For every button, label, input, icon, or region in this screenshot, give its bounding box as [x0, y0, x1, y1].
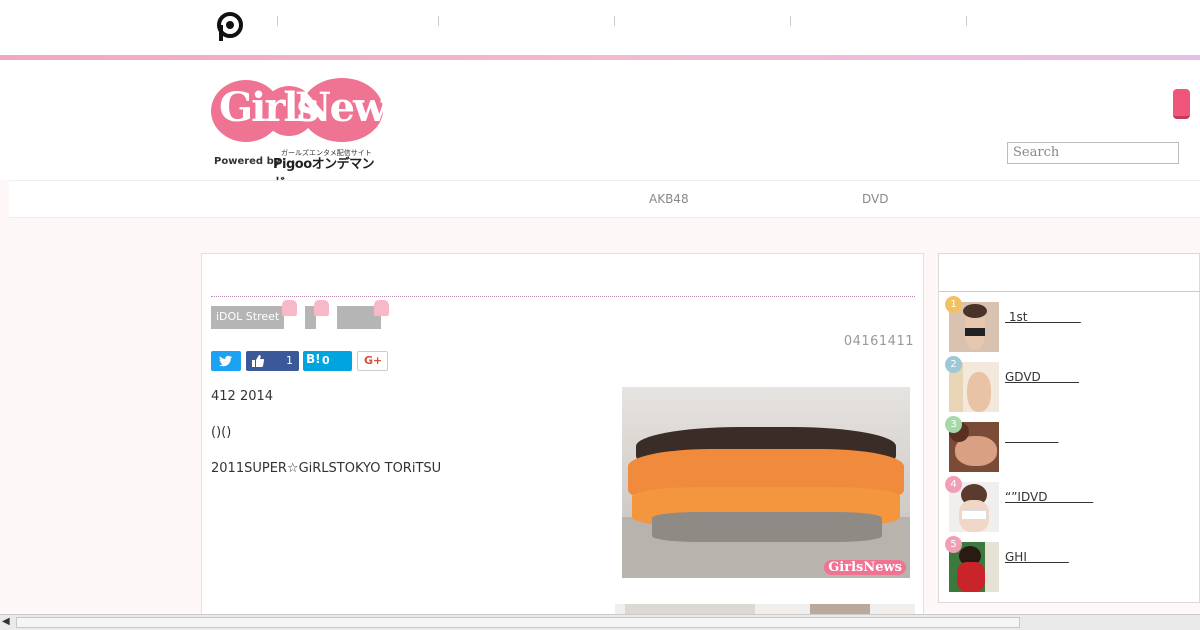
article-group-photo[interactable]: GirlsNews — [622, 387, 910, 578]
horizontal-scrollbar[interactable]: ◀ — [0, 614, 1200, 630]
pigoo-p-icon[interactable] — [216, 12, 244, 42]
site-header: Girls News ガールズエンタメ配信サイト Powered by Pigo… — [0, 60, 1200, 191]
google-plus-button[interactable]: G+ — [357, 351, 388, 371]
rank-badge: 5 — [945, 536, 962, 553]
top-separator — [790, 16, 791, 26]
article-card: iDOL Street 04161411 1 B! 0 G+ 412 2014 … — [201, 253, 924, 630]
ranking-title[interactable]: 1st — [1005, 310, 1081, 324]
scrollbar-thumb[interactable] — [16, 617, 1020, 628]
ranking-title[interactable]: “”IDVD — [1005, 490, 1093, 504]
ranking-title[interactable]: GHI — [1005, 550, 1069, 564]
rank-badge: 4 — [945, 476, 962, 493]
tag-pin-decoration — [314, 300, 329, 316]
top-separator — [614, 16, 615, 26]
girls-news-logo[interactable]: Girls News ガールズエンタメ配信サイト Powered by Pigo… — [211, 78, 408, 191]
rank-badge: 2 — [945, 356, 962, 373]
ranking-title[interactable]: GDVD — [1005, 370, 1079, 384]
ranking-sidebar: 1 1st 2 GDVD 3 4 “”IDVD 5 GHI — [938, 253, 1200, 603]
menu-button[interactable] — [1173, 89, 1190, 119]
ranking-item[interactable]: 1 1st — [945, 296, 1200, 352]
ranking-title[interactable] — [1005, 430, 1058, 444]
powered-by-label: Powered by — [214, 156, 281, 167]
article-date: 04161411 — [843, 334, 914, 349]
facebook-like-count: 1 — [286, 354, 293, 367]
group-skirts — [652, 512, 882, 542]
top-separator — [966, 16, 967, 26]
rank-badge: 3 — [945, 416, 962, 433]
tag-pin-decoration — [282, 300, 297, 316]
hatena-count: 0 — [322, 354, 330, 367]
twitter-icon — [219, 355, 232, 367]
article-paragraph: 412 2014 — [211, 389, 274, 404]
twitter-share-button[interactable] — [211, 351, 241, 371]
ranking-item[interactable]: 3 — [945, 416, 1200, 472]
logo-word-news: News — [295, 84, 408, 131]
rank-badge: 1 — [945, 296, 962, 313]
photo-watermark: GirlsNews — [824, 560, 906, 575]
ranking-item[interactable]: 4 “”IDVD — [945, 476, 1200, 532]
search-input[interactable]: Search — [1007, 142, 1179, 164]
ranking-item[interactable]: 5 GHI — [945, 536, 1200, 592]
hatena-bookmark-button[interactable]: B! 0 — [303, 351, 352, 371]
tag-idol-street[interactable]: iDOL Street — [211, 306, 285, 329]
article-paragraph: ()() — [211, 425, 232, 440]
title-divider — [211, 296, 915, 297]
top-bar — [0, 0, 1200, 55]
google-plus-icon: G+ — [364, 354, 383, 367]
top-separator — [277, 16, 278, 26]
thumbs-up-icon — [252, 355, 264, 367]
ranking-item[interactable]: 2 GDVD — [945, 356, 1200, 412]
main-nav: AKB48 DVD — [9, 180, 1200, 218]
scroll-left-arrow-icon[interactable]: ◀ — [2, 616, 10, 627]
sidebar-header — [939, 254, 1200, 292]
nav-item-akb48[interactable]: AKB48 — [649, 192, 689, 206]
top-separator — [438, 16, 439, 26]
nav-item-dvd[interactable]: DVD — [862, 192, 888, 206]
tag-pin-decoration — [374, 300, 389, 316]
article-paragraph: 2011SUPER☆GiRLSTOKYO TORiTSU — [211, 461, 442, 476]
facebook-like-button[interactable]: 1 — [246, 351, 299, 371]
hatena-icon: B! — [306, 352, 321, 366]
